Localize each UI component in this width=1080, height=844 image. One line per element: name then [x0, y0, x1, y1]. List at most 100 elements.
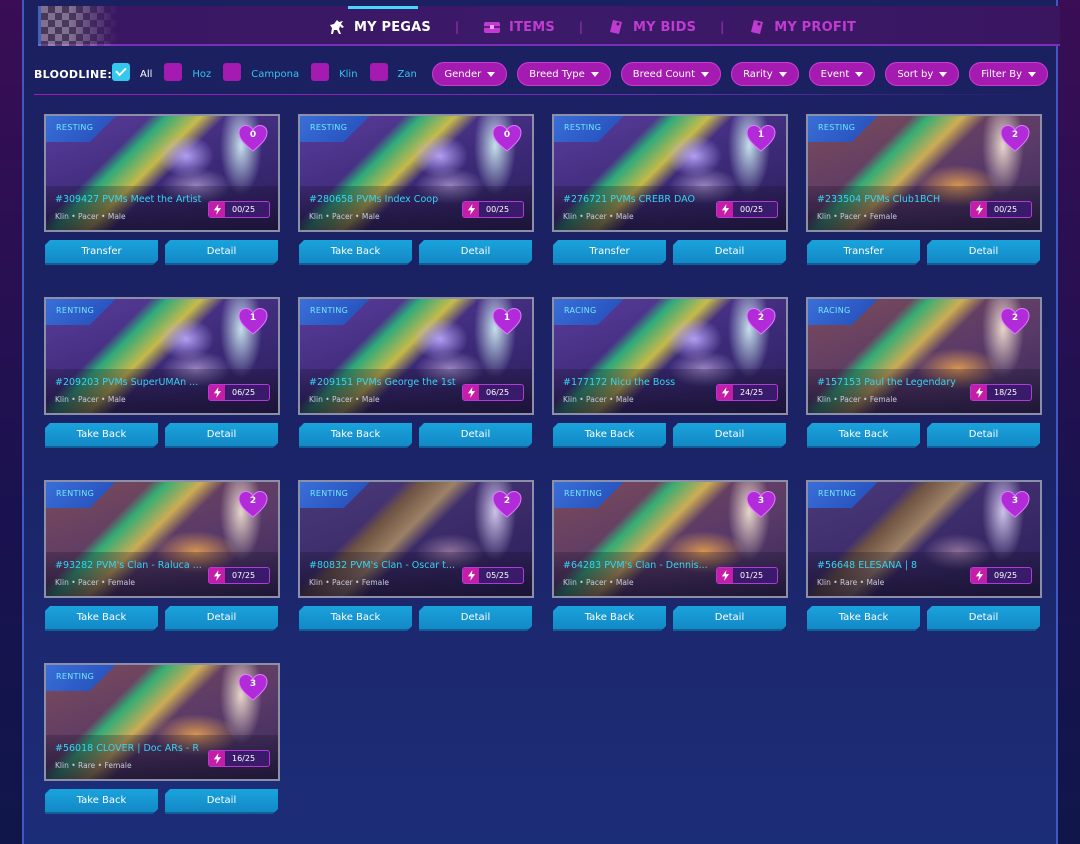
pega-card-image[interactable]: RESTING 0 #309427 PVMs Meet the Artist Klin… [44, 114, 280, 232]
sort-by-dropdown[interactable]: Sort by [885, 62, 960, 86]
meta-dot: • [606, 395, 616, 404]
meta-dot: • [830, 578, 841, 587]
energy-badge: 05/25 [462, 567, 524, 584]
detail-button[interactable]: Detail [927, 423, 1040, 448]
detail-button[interactable]: Detail [419, 606, 532, 631]
heart-count: 1 [249, 313, 257, 323]
rarity-dropdown[interactable]: Rarity [731, 62, 799, 86]
heart-icon[interactable]: 1 [238, 307, 268, 335]
take-back-button[interactable]: Take Back [553, 423, 666, 448]
transfer-button[interactable]: Transfer [807, 240, 920, 265]
pega-card-image[interactable]: RESTING 0 #280658 PVMs Index Coop Klin • Pa… [298, 114, 534, 232]
bloodline-checkbox[interactable] [311, 63, 330, 81]
bloodline-checkbox[interactable] [164, 63, 183, 81]
heart-icon[interactable]: 2 [492, 490, 522, 518]
meta-breed: Pacer [586, 395, 607, 404]
meta-breed: Pacer [332, 578, 353, 587]
pega-card-image[interactable]: RACING 2 #157153 Paul the Legendary Klin • … [806, 297, 1042, 415]
filter-by-dropdown[interactable]: Filter By [969, 62, 1048, 86]
detail-button[interactable]: Detail [927, 606, 1040, 631]
heart-icon[interactable]: 0 [238, 124, 268, 152]
take-back-button[interactable]: Take Back [807, 606, 920, 631]
take-back-button[interactable]: Take Back [45, 423, 158, 448]
bloodline-option-zan[interactable]: Zan [369, 63, 417, 81]
take-back-button[interactable]: Take Back [45, 606, 158, 631]
meta-breed: Pacer [78, 395, 99, 404]
meta-dot: • [830, 212, 841, 221]
tab-my-bids[interactable]: MY BIDS [607, 19, 696, 35]
heart-count: 3 [757, 496, 765, 506]
event-dropdown[interactable]: Event [808, 62, 876, 86]
take-back-button[interactable]: Take Back [807, 423, 920, 448]
take-back-button[interactable]: Take Back [553, 606, 666, 631]
detail-button[interactable]: Detail [165, 240, 278, 265]
dropdown-label: Breed Count [632, 68, 696, 80]
lightning-icon [463, 568, 479, 583]
pega-card-image[interactable]: RENTING 3 #64283 PVM's Clan - Dennis... Kli… [552, 480, 788, 598]
heart-icon[interactable]: 1 [746, 124, 776, 152]
transfer-button[interactable]: Transfer [45, 240, 158, 265]
energy-value: 01/25 [740, 571, 764, 580]
take-back-button[interactable]: Take Back [299, 240, 412, 265]
pega-card: RENTING 3 #56018 CLOVER | Doc ARs - R Klin … [44, 663, 280, 815]
meta-dot: • [606, 212, 616, 221]
tab-my-pegas[interactable]: MY PEGAS [328, 19, 431, 35]
pega-card-image[interactable]: RENTING 2 #93282 PVM's Clan - Raluca ... Kl… [44, 480, 280, 598]
bloodline-option-klin[interactable]: Klin [311, 63, 358, 81]
energy-badge: 24/25 [716, 384, 778, 401]
pega-card-image[interactable]: RENTING 3 #56648 ELESANA | 8 Klin • Rare • … [806, 480, 1042, 598]
meta-dot: • [352, 212, 362, 221]
heart-icon[interactable]: 1 [492, 307, 522, 335]
detail-button[interactable]: Detail [165, 789, 278, 814]
heart-icon[interactable]: 2 [746, 307, 776, 335]
energy-value: 05/25 [486, 571, 510, 580]
detail-button[interactable]: Detail [419, 423, 532, 448]
pega-card-image[interactable]: RENTING 1 #209151 PVMs George the 1st Klin … [298, 297, 534, 415]
detail-button[interactable]: Detail [165, 606, 278, 631]
detail-button[interactable]: Detail [673, 606, 786, 631]
detail-button[interactable]: Detail [927, 240, 1040, 265]
meta-dot: • [606, 578, 616, 587]
chevron-down-icon [487, 71, 496, 77]
bloodline-option-all[interactable]: All [112, 63, 152, 81]
tab-items[interactable]: ITEMS [483, 19, 555, 35]
heart-icon[interactable]: 2 [238, 490, 268, 518]
bloodline-option-hoz[interactable]: Hoz [164, 63, 211, 81]
detail-button[interactable]: Detail [673, 240, 786, 265]
take-back-button[interactable]: Take Back [299, 606, 412, 631]
heart-icon[interactable]: 3 [746, 490, 776, 518]
bloodline-option-campona[interactable]: Campona [223, 63, 299, 81]
pega-meta: Klin • Pacer • Male [309, 212, 380, 221]
pega-card-image[interactable]: RENTING 3 #56018 CLOVER | Doc ARs - R Klin … [44, 663, 280, 781]
chest-icon [483, 19, 501, 35]
heart-count: 3 [249, 679, 257, 689]
gender-dropdown[interactable]: Gender [432, 62, 508, 86]
transfer-button[interactable]: Transfer [553, 240, 666, 265]
take-back-button[interactable]: Take Back [45, 789, 158, 814]
take-back-button[interactable]: Take Back [299, 423, 412, 448]
breed-type-dropdown[interactable]: Breed Type [517, 62, 611, 86]
detail-button[interactable]: Detail [419, 240, 532, 265]
bloodline-checkbox[interactable] [369, 63, 388, 81]
breed-count-dropdown[interactable]: Breed Count [620, 62, 722, 86]
bloodline-checkbox[interactable] [112, 63, 130, 81]
heart-icon[interactable]: 0 [492, 124, 522, 152]
pega-card-image[interactable]: RENTING 1 #209203 PVMs SuperUMAn ... Klin •… [44, 297, 280, 415]
pega-card-image[interactable]: RESTING 1 #276721 PVMs CREBR DAO Klin • Pac… [552, 114, 788, 232]
meta-breed: Pacer [332, 212, 353, 221]
tab-my-profit[interactable]: MY PROFIT [748, 19, 856, 35]
lightning-icon [209, 385, 225, 400]
detail-button[interactable]: Detail [673, 423, 786, 448]
pega-card-image[interactable]: RENTING 2 #80832 PVM's Clan - Oscar t... Kl… [298, 480, 534, 598]
heart-icon[interactable]: 2 [1000, 307, 1030, 335]
heart-icon[interactable]: 3 [1000, 490, 1030, 518]
pega-card-image[interactable]: RESTING 2 #233504 PVMs Club1BCH Klin • Pace… [806, 114, 1042, 232]
meta-bloodline: Klin [55, 761, 69, 770]
pega-meta: Klin • Pacer • Male [55, 212, 126, 221]
heart-icon[interactable]: 2 [1000, 124, 1030, 152]
bloodline-checkbox[interactable] [223, 63, 242, 81]
meta-breed: Pacer [840, 395, 861, 404]
heart-icon[interactable]: 3 [238, 673, 268, 701]
pega-card-image[interactable]: RACING 2 #177172 Nicu the Boss Klin • Pacer… [552, 297, 788, 415]
detail-button[interactable]: Detail [165, 423, 278, 448]
